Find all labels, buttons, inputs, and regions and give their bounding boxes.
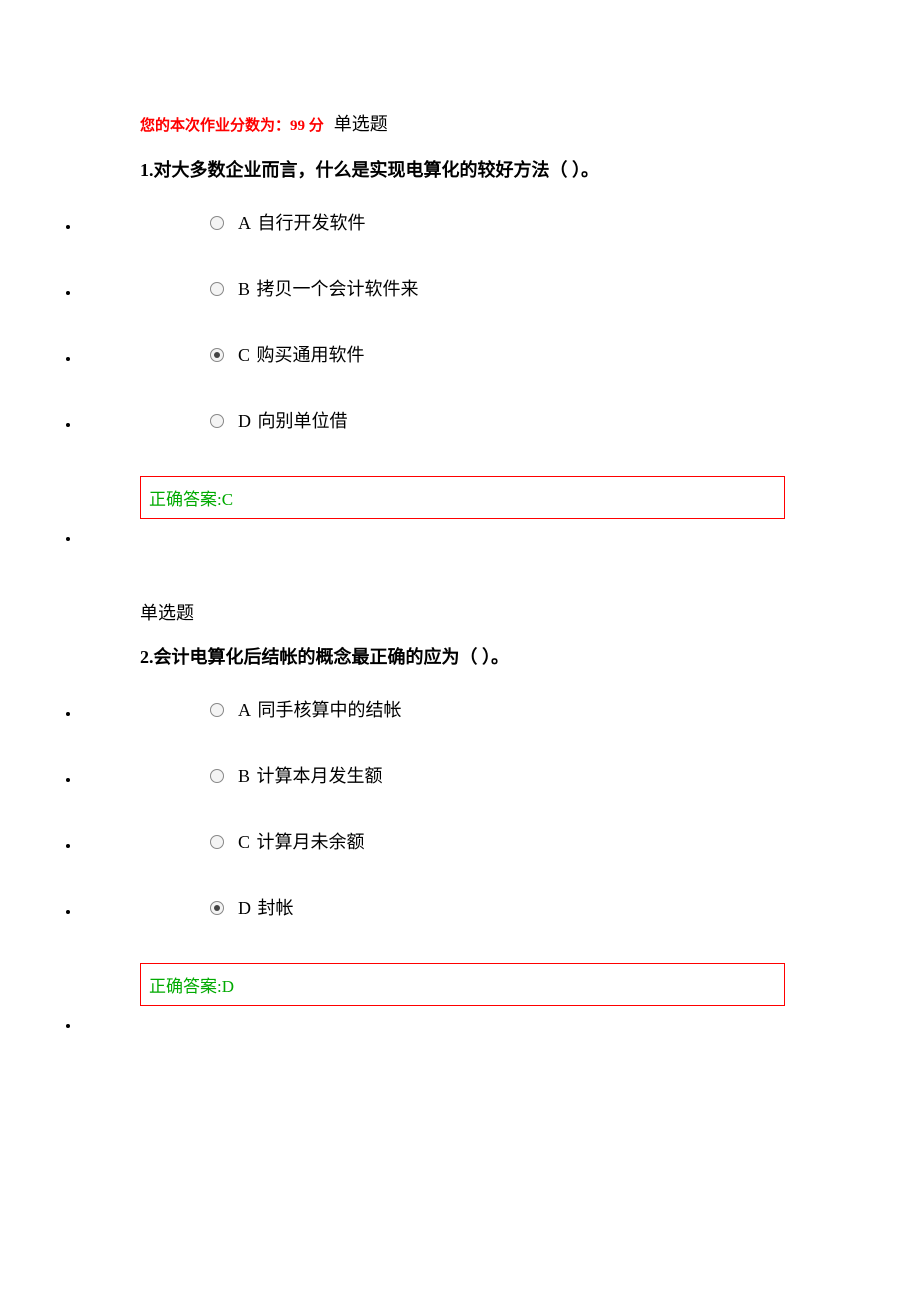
question-1-number: 1. [140,160,154,180]
answer-text-2: 正确答案:D [149,977,234,996]
question-type-label: 单选题 [334,114,388,134]
radio-icon[interactable] [210,282,224,296]
spacer-list [80,529,880,559]
radio-icon[interactable] [210,348,224,362]
spacer-bullet [80,529,880,559]
option-label: 同手核算中的结帐 [258,700,402,720]
radio-icon[interactable] [210,216,224,230]
answer-box-2: 正确答案:D [140,963,785,1006]
option-letter: C [238,345,250,365]
question-2-body: 会计电算化后结帐的概念最正确的应为（ ）。 [154,647,510,667]
answer-box-1: 正确答案:C [140,476,785,519]
question-2-text: 2.会计电算化后结帐的概念最正确的应为（ ）。 [140,643,880,669]
answer-text-1: 正确答案:C [149,490,233,509]
question-1-options: A 自行开发软件 B 拷贝一个会计软件来 C 购买通用软件 D 向别单位借 [80,212,880,432]
list-item: B 计算本月发生额 [80,765,880,787]
question-block-1: 您的本次作业分数为：99 分 单选题 1.对大多数企业而言，什么是实现电算化的较… [140,110,880,559]
question-type-label: 单选题 [140,599,880,625]
option-label: 购买通用软件 [257,345,365,365]
question-block-2: 单选题 2.会计电算化后结帐的概念最正确的应为（ ）。 A 同手核算中的结帐 B… [140,599,880,1046]
list-item: B 拷贝一个会计软件来 [80,278,880,300]
question-1-body: 对大多数企业而言，什么是实现电算化的较好方法（ ）。 [154,160,600,180]
score-row: 您的本次作业分数为：99 分 单选题 [140,110,880,136]
list-item: A 自行开发软件 [80,212,880,234]
option-label: 计算月未余额 [257,832,365,852]
option-label: 封帐 [258,898,294,918]
radio-icon[interactable] [210,703,224,717]
option-letter: D [238,411,251,431]
option-label: 拷贝一个会计软件来 [257,279,419,299]
radio-icon[interactable] [210,414,224,428]
list-item: C 购买通用软件 [80,344,880,366]
radio-icon[interactable] [210,901,224,915]
spacer-bullet [80,1016,880,1046]
option-label: 计算本月发生额 [257,766,383,786]
option-letter: D [238,898,251,918]
list-item: A 同手核算中的结帐 [80,699,880,721]
option-letter: A [238,700,251,720]
spacer-list [80,1016,880,1046]
option-letter: C [238,832,250,852]
option-label: 自行开发软件 [258,213,366,233]
score-text: 您的本次作业分数为：99 分 [140,118,324,134]
question-2-number: 2. [140,647,154,667]
option-label: 向别单位借 [258,411,348,431]
list-item: C 计算月未余额 [80,831,880,853]
radio-icon[interactable] [210,769,224,783]
option-letter: B [238,766,250,786]
question-1-text: 1.对大多数企业而言，什么是实现电算化的较好方法（ ）。 [140,156,880,182]
list-item: D 封帐 [80,897,880,919]
radio-icon[interactable] [210,835,224,849]
option-letter: A [238,213,251,233]
list-item: D 向别单位借 [80,410,880,432]
question-2-options: A 同手核算中的结帐 B 计算本月发生额 C 计算月未余额 D 封帐 [80,699,880,919]
option-letter: B [238,279,250,299]
